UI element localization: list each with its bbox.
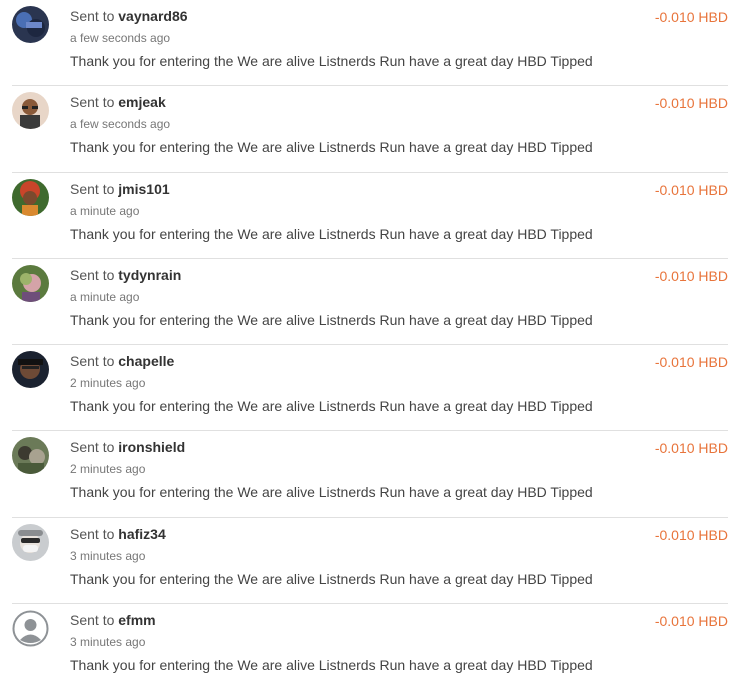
memo-text: Thank you for entering the We are alive … — [70, 657, 593, 674]
memo-text: Thank you for entering the We are alive … — [70, 311, 593, 328]
sent-to-prefix: Sent to — [70, 353, 115, 370]
sent-to-prefix: Sent to — [70, 612, 115, 629]
recipient-username-link[interactable]: emjeak — [118, 94, 165, 110]
transfer-title: Sent to vaynard86 — [70, 8, 188, 24]
user-photo-icon — [12, 437, 49, 475]
recipient-username-link[interactable]: hafiz34 — [118, 526, 165, 542]
avatar[interactable] — [12, 523, 49, 561]
avatar[interactable] — [12, 178, 49, 216]
list-item: Sent to chapelle 2 minutes ago Thank you… — [12, 345, 728, 432]
memo-text: Thank you for entering the We are alive … — [70, 225, 593, 242]
transfer-title: Sent to efmm — [70, 612, 156, 628]
transfer-title: Sent to hafiz34 — [70, 526, 166, 542]
transfer-list: Sent to vaynard86 a few seconds ago Than… — [0, 0, 738, 690]
sent-to-prefix: Sent to — [70, 180, 115, 197]
amount: -0.010 HBD — [654, 181, 728, 198]
recipient-username-link[interactable]: tydynrain — [118, 267, 181, 283]
user-photo-icon — [12, 178, 49, 216]
amount: -0.010 HBD — [654, 613, 728, 630]
user-photo-icon — [12, 523, 49, 561]
user-photo-icon — [12, 92, 49, 130]
recipient-username-link[interactable]: chapelle — [118, 353, 174, 369]
recipient-username-link[interactable]: ironshield — [118, 439, 185, 455]
timestamp: 2 minutes ago — [70, 376, 146, 391]
recipient-username-link[interactable]: jmis101 — [118, 181, 169, 197]
recipient-username-link[interactable]: vaynard86 — [118, 8, 187, 24]
timestamp: a minute ago — [70, 289, 140, 304]
timestamp: 2 minutes ago — [70, 462, 146, 477]
amount: -0.010 HBD — [654, 354, 728, 371]
transfer-title: Sent to ironshield — [70, 439, 185, 455]
memo-text: Thank you for entering the We are alive … — [70, 484, 593, 501]
timestamp: 3 minutes ago — [70, 548, 146, 563]
sent-to-prefix: Sent to — [70, 439, 115, 456]
transfer-title: Sent to chapelle — [70, 353, 174, 369]
avatar[interactable] — [12, 92, 49, 130]
list-item: Sent to vaynard86 a few seconds ago Than… — [12, 0, 728, 87]
default-user-icon — [12, 610, 49, 647]
timestamp: 3 minutes ago — [70, 635, 146, 650]
timestamp: a few seconds ago — [70, 117, 171, 132]
user-photo-icon — [12, 6, 49, 43]
transfer-title: Sent to tydynrain — [70, 267, 181, 283]
list-item: Sent to tydynrain a minute ago Thank you… — [12, 259, 728, 346]
sent-to-prefix: Sent to — [70, 266, 115, 283]
memo-text: Thank you for entering the We are alive … — [70, 398, 593, 415]
avatar[interactable] — [12, 610, 49, 647]
transfer-title: Sent to emjeak — [70, 94, 166, 110]
sent-to-prefix: Sent to — [70, 94, 115, 111]
memo-text: Thank you for entering the We are alive … — [70, 139, 593, 156]
list-item: Sent to hafiz34 3 minutes ago Thank you … — [12, 518, 728, 605]
user-photo-icon — [12, 351, 49, 389]
user-photo-icon — [12, 264, 49, 302]
avatar[interactable] — [12, 437, 49, 475]
amount: -0.010 HBD — [654, 440, 728, 457]
amount: -0.010 HBD — [654, 9, 728, 25]
recipient-username-link[interactable]: efmm — [118, 612, 155, 628]
timestamp: a few seconds ago — [70, 31, 171, 45]
memo-text: Thank you for entering the We are alive … — [70, 53, 593, 69]
amount: -0.010 HBD — [654, 267, 728, 284]
sent-to-prefix: Sent to — [70, 525, 115, 542]
list-item: Sent to emjeak a few seconds ago Thank y… — [12, 86, 728, 173]
transfer-title: Sent to jmis101 — [70, 181, 170, 197]
memo-text: Thank you for entering the We are alive … — [70, 570, 593, 587]
timestamp: a minute ago — [70, 203, 140, 218]
avatar[interactable] — [12, 351, 49, 389]
sent-to-prefix: Sent to — [70, 8, 115, 24]
list-item: Sent to efmm 3 minutes ago Thank you for… — [12, 604, 728, 690]
amount: -0.010 HBD — [654, 95, 728, 112]
list-item: Sent to ironshield 2 minutes ago Thank y… — [12, 431, 728, 518]
avatar[interactable] — [12, 6, 49, 43]
amount: -0.010 HBD — [654, 526, 728, 543]
avatar[interactable] — [12, 264, 49, 302]
list-item: Sent to jmis101 a minute ago Thank you f… — [12, 173, 728, 259]
